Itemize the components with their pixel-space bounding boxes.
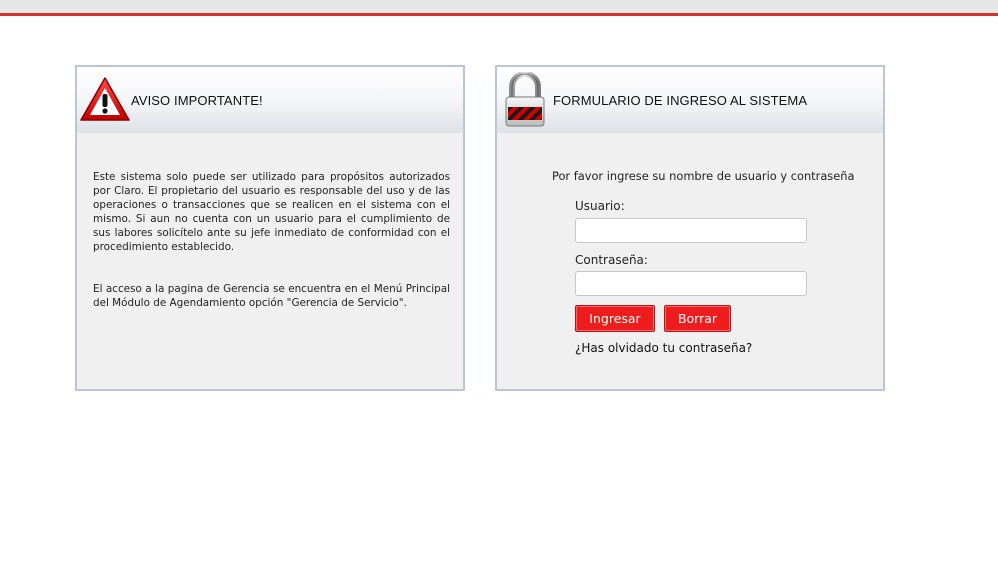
submit-button[interactable]: Ingresar [575, 305, 655, 332]
notice-panel: AVISO IMPORTANTE! Este sistema solo pued… [75, 65, 465, 391]
username-label: Usuario: [575, 199, 625, 213]
login-panel: FORMULARIO DE INGRESO AL SISTEMA Por fav… [495, 65, 885, 391]
notice-body: Este sistema solo puede ser utilizado pa… [93, 170, 450, 338]
clear-button[interactable]: Borrar [664, 305, 731, 332]
top-bar [0, 0, 998, 16]
password-input[interactable] [575, 271, 807, 296]
login-header: FORMULARIO DE INGRESO AL SISTEMA [497, 67, 883, 133]
notice-header: AVISO IMPORTANTE! [77, 67, 463, 133]
username-input[interactable] [575, 218, 807, 243]
password-label: Contraseña: [575, 253, 648, 267]
notice-paragraph-2: El acceso a la pagina de Gerencia se enc… [93, 283, 450, 309]
notice-title: AVISO IMPORTANTE! [131, 92, 263, 108]
login-prompt: Por favor ingrese su nombre de usuario y… [552, 169, 855, 183]
forgot-password-link[interactable]: ¿Has olvidado tu contraseña? [575, 341, 752, 355]
notice-paragraph-1: Este sistema solo puede ser utilizado pa… [93, 171, 450, 253]
lock-icon [503, 72, 547, 128]
login-title: FORMULARIO DE INGRESO AL SISTEMA [553, 92, 808, 108]
warning-icon [79, 75, 131, 125]
